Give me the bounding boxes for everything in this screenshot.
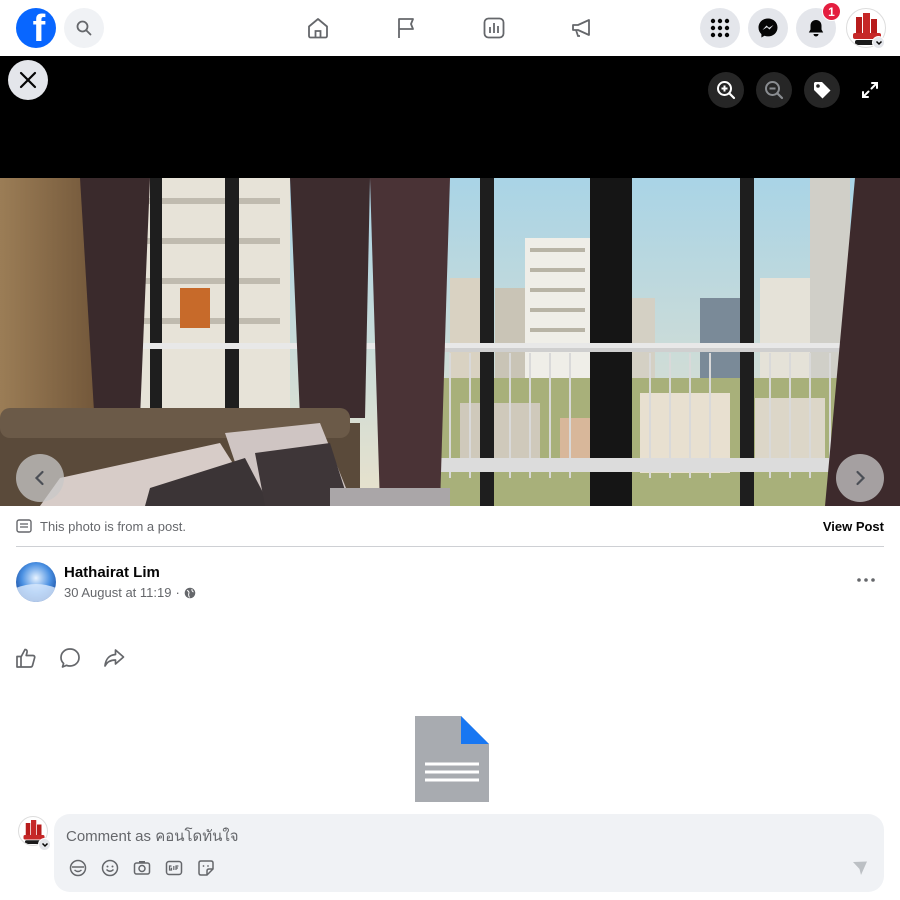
messenger-button[interactable] (748, 8, 788, 48)
chevron-right-icon (856, 470, 866, 486)
commenter-switch-chevron[interactable] (38, 838, 51, 851)
avatar-sticker-button[interactable] (68, 858, 88, 878)
post-source-note: This photo is from a post. (16, 519, 186, 534)
home-icon (308, 18, 328, 39)
chevron-down-icon (41, 842, 48, 847)
post-icon (16, 519, 32, 533)
menu-grid-icon (710, 18, 730, 38)
sticker-button[interactable] (196, 858, 216, 878)
share-button[interactable] (102, 646, 126, 670)
zoom-in-icon (717, 81, 736, 100)
globe-icon (184, 587, 196, 598)
insights-icon (483, 17, 505, 39)
nav-pages[interactable] (390, 12, 422, 44)
emoji-button[interactable] (100, 858, 120, 878)
like-thumb-icon (16, 648, 36, 668)
chevron-down-icon (875, 40, 882, 45)
tag-photo-button[interactable] (804, 72, 840, 108)
view-post-link[interactable]: View Post (823, 519, 884, 534)
author-name[interactable]: Hathairat Lim (64, 564, 196, 581)
close-icon (19, 71, 37, 89)
account-menu-chevron[interactable] (872, 36, 885, 49)
more-dots-icon (857, 578, 875, 582)
post-photo (0, 178, 900, 506)
like-button[interactable] (14, 646, 38, 670)
pages-flag-icon (398, 18, 414, 38)
comment-button[interactable] (58, 646, 82, 670)
nav-insights[interactable] (478, 12, 510, 44)
post-timestamp[interactable]: 30 August at 11:19 (64, 585, 171, 600)
nav-home[interactable] (302, 12, 334, 44)
zoom-out-button[interactable] (756, 72, 792, 108)
comment-input[interactable]: Comment as คอนโดทันใจ (54, 814, 884, 892)
zoom-out-icon (765, 81, 784, 100)
search-button[interactable] (64, 8, 104, 48)
send-comment-button[interactable] (852, 860, 868, 881)
gif-icon (165, 860, 183, 876)
nav-ads[interactable] (566, 12, 598, 44)
sky-avatar-image (16, 562, 56, 602)
comment-bubble-icon (60, 648, 80, 668)
from-post-text: This photo is from a post. (40, 518, 186, 534)
document-icon (415, 716, 489, 802)
comment-tools (68, 858, 216, 878)
top-navigation-bar: f 1 (0, 0, 900, 56)
post-source-row: This photo is from a post. View Post (16, 516, 884, 536)
photo-button[interactable] (132, 858, 152, 878)
chevron-left-icon (34, 470, 44, 486)
post-meta: 30 August at 11:19 · (64, 585, 196, 600)
meta-separator: · (175, 585, 180, 600)
send-icon (853, 861, 867, 875)
post-actions (14, 646, 126, 670)
share-arrow-icon (104, 649, 125, 667)
divider (16, 546, 884, 547)
gif-button[interactable] (164, 858, 184, 878)
document-placeholder (415, 716, 489, 807)
facebook-logo[interactable]: f (16, 8, 56, 48)
next-photo-button[interactable] (836, 454, 884, 502)
post-options-button[interactable] (850, 568, 882, 592)
condo-room-photo (0, 178, 900, 506)
photo-viewer (0, 56, 900, 506)
ads-megaphone-icon (572, 19, 590, 37)
post-author: Hathairat Lim 30 August at 11:19 · (16, 562, 196, 602)
fullscreen-icon (862, 82, 878, 98)
author-avatar[interactable] (16, 562, 56, 602)
search-icon (76, 20, 92, 36)
messenger-icon (758, 18, 778, 38)
notification-badge: 1 (822, 2, 841, 21)
close-viewer-button[interactable] (8, 60, 48, 100)
sticker-icon (198, 860, 214, 876)
fullscreen-button[interactable] (852, 72, 888, 108)
avatar-sticker-icon (69, 859, 87, 877)
emoji-icon (101, 859, 119, 877)
bell-icon (808, 20, 824, 37)
zoom-in-button[interactable] (708, 72, 744, 108)
tag-icon (814, 82, 831, 99)
previous-photo-button[interactable] (16, 454, 64, 502)
menu-button[interactable] (700, 8, 740, 48)
facebook-logo-letter: f (32, 8, 46, 48)
comment-placeholder: Comment as คอนโดทันใจ (66, 828, 239, 845)
camera-icon (133, 861, 151, 875)
